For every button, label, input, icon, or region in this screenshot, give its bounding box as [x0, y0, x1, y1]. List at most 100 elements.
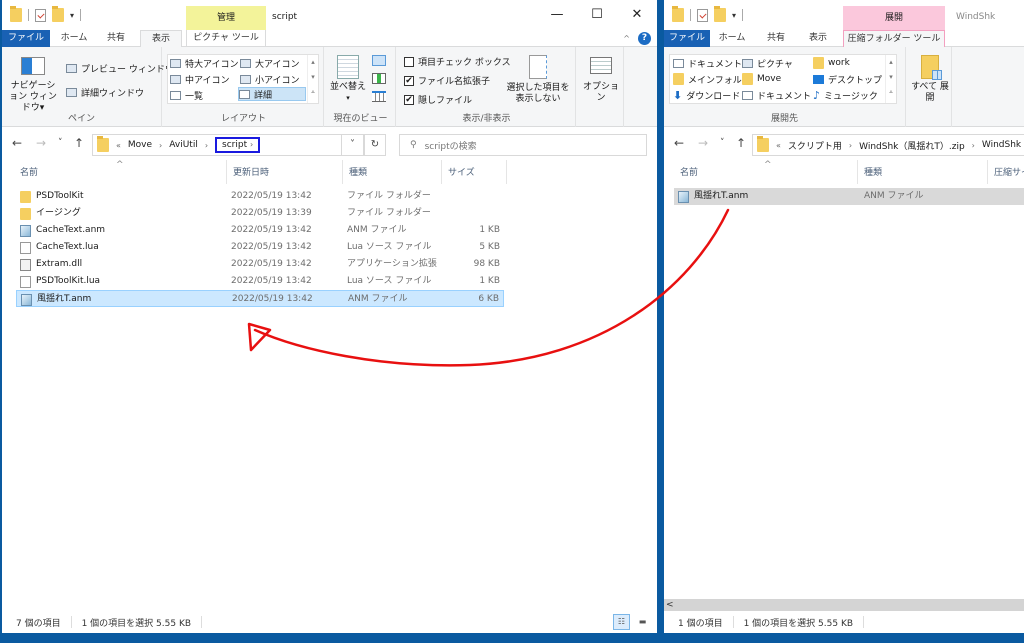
extract-to-music[interactable]: ♪ ミュージック — [813, 88, 878, 102]
column-header-compressed-size[interactable]: 圧縮サイズ — [988, 160, 1024, 184]
tab-picture-tools[interactable]: ピクチャ ツール — [186, 30, 266, 47]
layout-large-icons[interactable]: 大アイコン — [240, 56, 300, 70]
minimize-button[interactable]: — — [537, 0, 577, 30]
table-row[interactable]: CacheText.lua 2022/05/19 13:42 Lua ソース ファイ… — [16, 239, 504, 256]
extract-to-documents-2[interactable]: ドキュメント — [742, 88, 811, 102]
extract-to-main-folder[interactable]: メインフォルダ — [673, 72, 751, 86]
close-button[interactable]: ✕ — [617, 0, 657, 30]
layout-list[interactable]: 一覧 — [170, 88, 203, 102]
column-header-type[interactable]: 種類 — [858, 160, 988, 184]
sort-by-button[interactable]: 並べ替え ▾ — [330, 55, 366, 104]
table-row[interactable]: 風揺れT.anm 2022/05/19 13:42 ANM ファイル 6 KB — [16, 290, 504, 307]
chevron-right-icon[interactable]: › — [972, 141, 975, 150]
breadcrumb-script[interactable]: script — [222, 140, 247, 150]
help-icon[interactable]: ? — [638, 32, 651, 45]
item-checkboxes-toggle[interactable]: 項目チェック ボックス — [404, 55, 511, 68]
up-button[interactable]: ↑ — [74, 136, 84, 150]
breadcrumb-script-folder[interactable]: スクリプト用 — [788, 139, 842, 152]
large-icons-icon — [240, 58, 251, 68]
breadcrumb-move[interactable]: Move — [128, 140, 152, 150]
table-row[interactable]: イージング 2022/05/19 13:39 ファイル フォルダー — [16, 205, 504, 222]
breadcrumb-zip[interactable]: WindShk（風揺れT）.zip — [859, 139, 965, 152]
up-button[interactable]: ↑ — [736, 136, 746, 150]
horizontal-scrollbar[interactable]: < — [664, 599, 1024, 611]
search-box[interactable]: ⚲ scriptの検索 — [399, 134, 647, 156]
checkbox-checked[interactable]: ✔ — [404, 94, 414, 105]
hide-selected-button[interactable]: 選択した項目を 表示しない — [504, 55, 572, 105]
extract-to-documents[interactable]: ドキュメント — [673, 56, 742, 70]
chevron-right-icon[interactable]: › — [205, 141, 208, 150]
extract-all-button[interactable]: すべて 展開 — [910, 55, 950, 104]
tab-share[interactable]: 共有 — [98, 30, 134, 47]
breadcrumb-overflow[interactable]: « — [776, 141, 781, 150]
customize-qat-dropdown-icon[interactable]: ▾ — [732, 11, 736, 20]
forward-button[interactable]: → — [36, 136, 46, 150]
table-row[interactable]: Extram.dll 2022/05/19 13:42 アプリケーション拡張 98 K… — [16, 256, 504, 273]
properties-icon[interactable] — [35, 8, 46, 22]
column-header-size[interactable]: サイズ — [442, 160, 507, 184]
refresh-button[interactable]: ↻ — [364, 134, 386, 156]
address-dropdown-button[interactable]: ˅ — [342, 134, 364, 156]
table-row[interactable]: PSDToolKit.lua 2022/05/19 13:42 Lua ソース ファ… — [16, 273, 504, 290]
address-bar[interactable]: « スクリプト用 › WindShk（風揺れT）.zip › WindShk — [752, 134, 1024, 156]
address-bar[interactable]: « Move › AviUtil › script › — [92, 134, 342, 156]
chevron-right-icon[interactable]: › — [159, 141, 162, 150]
layout-medium-icons[interactable]: 中アイコン — [170, 72, 230, 86]
table-row[interactable]: 風揺れT.anm ANM ファイル — [674, 188, 1024, 205]
tab-home[interactable]: ホーム — [714, 30, 750, 47]
back-button[interactable]: ← — [674, 136, 684, 150]
breadcrumb-aviutil[interactable]: AviUtil — [169, 140, 198, 150]
collapse-ribbon-icon[interactable]: ^ — [623, 34, 630, 43]
group-by-icon[interactable] — [372, 55, 386, 66]
tab-share[interactable]: 共有 — [758, 30, 794, 47]
column-header-name[interactable]: 名前 — [14, 160, 227, 184]
details-pane-button[interactable]: 詳細ウィンドウ — [66, 86, 144, 99]
table-row[interactable]: CacheText.anm 2022/05/19 13:42 ANM ファイル 1 K… — [16, 222, 504, 239]
tab-view[interactable]: 表示 — [140, 30, 182, 48]
large-icons-view-button[interactable]: ▬ — [634, 614, 651, 630]
checkbox-checked[interactable]: ✔ — [404, 75, 414, 86]
add-columns-icon[interactable] — [372, 73, 386, 84]
chevron-right-icon[interactable]: › — [849, 141, 852, 150]
column-header-name[interactable]: 名前 — [674, 160, 858, 184]
preview-pane-button[interactable]: プレビュー ウィンドウ — [66, 62, 174, 75]
properties-icon[interactable] — [697, 8, 708, 22]
table-row[interactable]: PSDToolKit 2022/05/19 13:42 ファイル フォルダー — [16, 188, 504, 205]
extract-to-work[interactable]: work — [813, 56, 850, 70]
extract-to-desktop[interactable]: デスクトップ — [813, 72, 882, 86]
layout-small-icons[interactable]: 小アイコン — [240, 72, 300, 86]
breadcrumb-script-highlighted[interactable]: script › — [215, 137, 261, 153]
scroll-left-arrow[interactable]: < — [666, 599, 674, 611]
hidden-files-toggle[interactable]: ✔ 隠しファイル — [404, 93, 472, 106]
recent-locations-button[interactable]: ˅ — [58, 138, 63, 148]
maximize-button[interactable]: ☐ — [577, 0, 617, 30]
tab-file[interactable]: ファイル — [664, 30, 710, 47]
customize-qat-dropdown-icon[interactable]: ▾ — [70, 11, 74, 20]
back-button[interactable]: ← — [12, 136, 22, 150]
layout-extra-large-icons[interactable]: 特大アイコン — [170, 56, 239, 70]
new-folder-icon[interactable] — [52, 6, 64, 22]
gallery-scroll[interactable]: ▴ ▾ ⩡ — [307, 55, 318, 103]
layout-details[interactable]: 詳細 — [238, 87, 306, 101]
column-header-date[interactable]: 更新日時 — [227, 160, 343, 184]
navigation-pane-button[interactable]: ナビゲーション ウィンドウ▾ — [8, 57, 58, 114]
options-button[interactable]: オプション — [580, 57, 622, 104]
tab-home[interactable]: ホーム — [54, 30, 94, 47]
tab-file[interactable]: ファイル — [2, 30, 50, 47]
breadcrumb-windshk[interactable]: WindShk — [982, 140, 1021, 150]
extract-to-downloads[interactable]: ⬇ ダウンロード — [673, 88, 740, 102]
new-folder-icon[interactable] — [714, 6, 726, 22]
tab-compressed-folder-tools[interactable]: 圧縮フォルダー ツール — [843, 30, 945, 48]
column-header-type[interactable]: 種類 — [343, 160, 442, 184]
extract-to-move[interactable]: Move — [742, 72, 781, 86]
forward-button[interactable]: → — [698, 136, 708, 150]
size-columns-icon[interactable] — [372, 91, 386, 102]
extract-to-pictures[interactable]: ピクチャ — [742, 56, 793, 70]
checkbox-unchecked[interactable] — [404, 56, 414, 67]
tab-view[interactable]: 表示 — [800, 30, 836, 47]
breadcrumb-overflow[interactable]: « — [116, 141, 121, 150]
recent-locations-button[interactable]: ˅ — [720, 138, 725, 148]
gallery-scroll[interactable]: ▴ ▾ ⩡ — [885, 55, 896, 103]
details-view-button[interactable]: ☷ — [613, 614, 630, 630]
file-extensions-toggle[interactable]: ✔ ファイル名拡張子 — [404, 74, 490, 87]
